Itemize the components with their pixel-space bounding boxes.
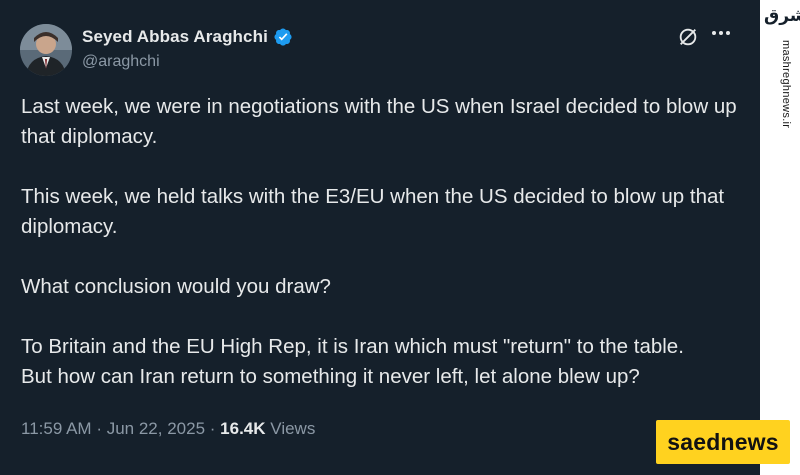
- tweet-time[interactable]: 11:59 AM: [21, 419, 92, 438]
- tweet-meta: 11:59 AM · Jun 22, 2025 · 16.4K Views: [21, 419, 315, 439]
- verified-badge-icon: [274, 28, 292, 46]
- saednews-badge: saednews: [656, 420, 790, 464]
- more-options-icon[interactable]: [712, 29, 734, 37]
- saednews-label: saednews: [667, 428, 779, 455]
- meta-separator: ·: [96, 419, 102, 438]
- tweet-paragraph: This week, we held talks with the E3/EU …: [21, 185, 725, 238]
- tweet-text: Last week, we were in negotiations with …: [21, 92, 751, 422]
- author-display-name[interactable]: Seyed Abbas Araghchi: [82, 27, 268, 47]
- tweet-paragraph: To Britain and the EU High Rep, it is Ir…: [21, 335, 684, 388]
- grok-icon[interactable]: [677, 26, 699, 48]
- tweet-paragraph: Last week, we were in negotiations with …: [21, 95, 737, 148]
- avatar[interactable]: [20, 24, 72, 76]
- mashregh-logo: مشرق: [764, 6, 800, 26]
- views-label: Views: [270, 419, 316, 438]
- mashregh-domain-watermark: mashreghnews.ir: [780, 40, 792, 129]
- tweet-paragraph: What conclusion would you draw?: [21, 275, 331, 298]
- tweet-card: Seyed Abbas Araghchi @araghchi Last week…: [0, 0, 760, 475]
- meta-separator: ·: [209, 419, 216, 438]
- author-name-row[interactable]: Seyed Abbas Araghchi: [82, 27, 293, 47]
- author-handle[interactable]: @araghchi: [82, 53, 160, 71]
- tweet-date[interactable]: Jun 22, 2025: [107, 419, 205, 438]
- views-count[interactable]: 16.4K: [220, 419, 265, 438]
